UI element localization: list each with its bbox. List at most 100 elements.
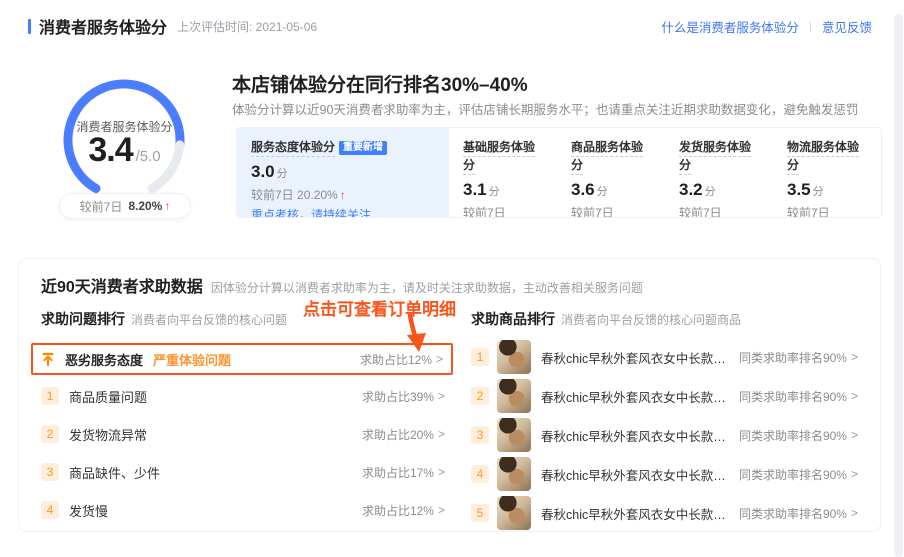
vertical-scrollbar[interactable]	[894, 14, 903, 557]
card-title: 服务态度体验分	[251, 140, 336, 157]
peer-help-rank: 同类求助率排名90%	[738, 428, 847, 443]
problem-row[interactable]: 2 发货物流异常 求助占比20% >	[31, 419, 453, 449]
problem-row[interactable]: 1 商品质量问题 求助占比39% >	[31, 381, 453, 411]
card-score-value: 3.5	[787, 180, 811, 199]
chevron-right-icon: >	[437, 389, 445, 403]
ranking-headline: 本店铺体验分在同行排名30%–40%	[232, 75, 528, 96]
problem-label: 商品缺件、少件	[69, 465, 161, 481]
product-thumbnail	[497, 457, 531, 491]
product-row[interactable]: 1 春秋chic早秋外套风衣女中长款过膝2022春秋... 同类求助率排名90%…	[471, 339, 858, 375]
ranking-description: 体验分计算以近90天消费者求助率为主，评估店铺长期服务水平；也请重点关注近期求助…	[232, 103, 859, 117]
product-title: 春秋chic早秋外套风衣女中长款过膝2022春秋...	[541, 507, 737, 522]
help-ratio: 求助占比12%	[361, 503, 434, 518]
gauge-score: 3.4 /5.0	[48, 131, 201, 170]
card-score-value: 3.1	[463, 180, 487, 199]
severe-issue-tag: 严重体验问题	[153, 352, 232, 368]
section-title: 近90天消费者求助数据	[41, 279, 203, 296]
chevron-right-icon: >	[850, 467, 858, 481]
card-logistics-service[interactable]: 物流服务体验分 3.5分 较前7日 14.20%↑	[773, 128, 881, 217]
problem-ranking-column: 求助问题排行 消费者向平台反馈的核心问题 恶劣服务态度 严重体验问题 求助占比1…	[31, 309, 453, 534]
rank-badge: 4	[471, 465, 489, 483]
last-evaluation-time: 上次评估时间: 2021-05-06	[177, 19, 318, 34]
help-ratio: 求助占比17%	[361, 465, 434, 480]
card-note: 重点考核，请持续关注	[251, 208, 372, 218]
problem-label: 恶劣服务态度	[65, 352, 144, 368]
rank-badge: 1	[471, 348, 489, 366]
card-shipping-service[interactable]: 发货服务体验分 3.2分 较前7日 8.13%↑	[665, 128, 773, 217]
problem-row[interactable]: 3 商品缺件、少件 求助占比17% >	[31, 457, 453, 487]
product-thumbnail	[497, 379, 531, 413]
rank-badge: 3	[41, 463, 59, 481]
up-arrow-icon: ↑	[339, 188, 346, 202]
rank-badge: 3	[471, 426, 489, 444]
product-thumbnail	[497, 340, 531, 374]
consumer-service-score-page: 消费者服务体验分 上次评估时间: 2021-05-06 什么是消费者服务体验分 …	[0, 0, 904, 557]
product-row[interactable]: 2 春秋chic早秋外套风衣女中长款过膝2022春秋... 同类求助率排名90%…	[471, 378, 858, 414]
product-thumbnail	[497, 496, 531, 530]
card-service-attitude[interactable]: 服务态度体验分 重要新增 3.0 分 较前7日 20.20% ↑ 重点考核，请持续关注	[237, 128, 449, 217]
score-denominator: /5.0	[135, 148, 161, 165]
rank-badge: 4	[41, 501, 59, 519]
page-header: 消费者服务体验分 上次评估时间: 2021-05-06 什么是消费者服务体验分 …	[28, 14, 872, 38]
rank-badge: 2	[471, 387, 489, 405]
problem-ranking-note: 消费者向平台反馈的核心问题	[131, 313, 288, 327]
peer-help-rank: 同类求助率排名90%	[738, 350, 847, 365]
product-row[interactable]: 4 春秋chic早秋外套风衣女中长款过膝2022春秋... 同类求助率排名90%…	[471, 456, 858, 492]
help-ratio: 求助占比39%	[361, 389, 434, 404]
score-value: 3.4	[88, 131, 133, 169]
title-accent-bar	[28, 18, 31, 34]
product-title: 春秋chic早秋外套风衣女中长款过膝2022春秋...	[541, 429, 737, 444]
problem-label: 商品质量问题	[69, 389, 148, 405]
problem-label: 发货物流异常	[69, 427, 148, 443]
card-score-value: 3.6	[571, 180, 595, 199]
product-row[interactable]: 5 春秋chic早秋外套风衣女中长款过膝2022春秋... 同类求助率排名90%…	[471, 495, 858, 531]
problem-label: 发货慢	[69, 503, 109, 519]
problem-row-highlighted[interactable]: 恶劣服务态度 严重体验问题 求助占比12% >	[31, 343, 453, 375]
chevron-right-icon: >	[850, 350, 858, 364]
rank-badge: 1	[41, 387, 59, 405]
card-product-service[interactable]: 商品服务体验分 3.6分 较前7日 6.33%↑	[557, 128, 665, 217]
chevron-right-icon: >	[437, 427, 445, 441]
section-subtitle: 因体验分计算以消费者求助率为主，请及时关注求助数据，主动改善相关服务问题	[210, 281, 643, 295]
page-title: 消费者服务体验分	[39, 20, 168, 37]
what-is-score-link[interactable]: 什么是消费者服务体验分	[661, 17, 799, 36]
product-thumbnail	[497, 418, 531, 452]
new-badge: 重要新增	[339, 141, 388, 155]
peer-help-rank: 同类求助率排名90%	[738, 467, 847, 482]
chevron-right-icon: >	[437, 465, 445, 479]
card-basic-service[interactable]: 基础服务体验分 3.1分 较前7日 18.22%↑	[449, 128, 557, 217]
problem-ranking-title: 求助问题排行	[41, 311, 125, 327]
trend-value: 8.20%	[128, 199, 163, 213]
link-divider: |	[808, 19, 812, 33]
help-ratio: 求助占比20%	[361, 427, 434, 442]
up-arrow-icon: ↑	[164, 199, 171, 213]
card-title: 物流服务体验分	[787, 140, 860, 175]
chevron-right-icon: >	[850, 428, 858, 442]
card-score-value: 3.0	[251, 162, 275, 181]
rank-badge: 5	[471, 504, 489, 522]
card-title: 商品服务体验分	[571, 140, 644, 175]
annotation-arrow-icon	[407, 314, 426, 352]
product-title: 春秋chic早秋外套风衣女中长款过膝2022春秋...	[541, 468, 737, 483]
rise-to-top-icon	[42, 352, 54, 366]
rank-badge: 2	[41, 425, 59, 443]
product-ranking-column: 求助商品排行 消费者向平台反馈的核心问题商品 1 春秋chic早秋外套风衣女中长…	[471, 309, 858, 534]
peer-help-rank: 同类求助率排名90%	[738, 389, 847, 404]
product-title: 春秋chic早秋外套风衣女中长款过膝2022春秋...	[541, 351, 737, 366]
product-ranking-note: 消费者向平台反馈的核心问题商品	[561, 313, 742, 327]
problem-row[interactable]: 4 发货慢 求助占比12% >	[31, 495, 453, 525]
score-trend-pill: 较前7日 8.20% ↑	[59, 193, 191, 219]
feedback-link[interactable]: 意见反馈	[822, 17, 872, 36]
trend-label: 较前7日	[79, 199, 123, 214]
chevron-right-icon: >	[437, 503, 445, 517]
product-title: 春秋chic早秋外套风衣女中长款过膝2022春秋...	[541, 390, 737, 405]
peer-help-rank: 同类求助率排名90%	[738, 506, 847, 521]
card-score-value: 3.2	[679, 180, 703, 199]
product-row[interactable]: 3 春秋chic早秋外套风衣女中长款过膝2022春秋... 同类求助率排名90%…	[471, 417, 858, 453]
card-title: 基础服务体验分	[463, 140, 536, 175]
sub-score-cards: 服务态度体验分 重要新增 3.0 分 较前7日 20.20% ↑ 重点考核，请持续关注…	[236, 127, 882, 218]
card-title: 发货服务体验分	[679, 140, 752, 175]
chevron-right-icon: >	[850, 506, 858, 520]
chevron-right-icon: >	[850, 389, 858, 403]
product-ranking-title: 求助商品排行	[471, 311, 555, 327]
